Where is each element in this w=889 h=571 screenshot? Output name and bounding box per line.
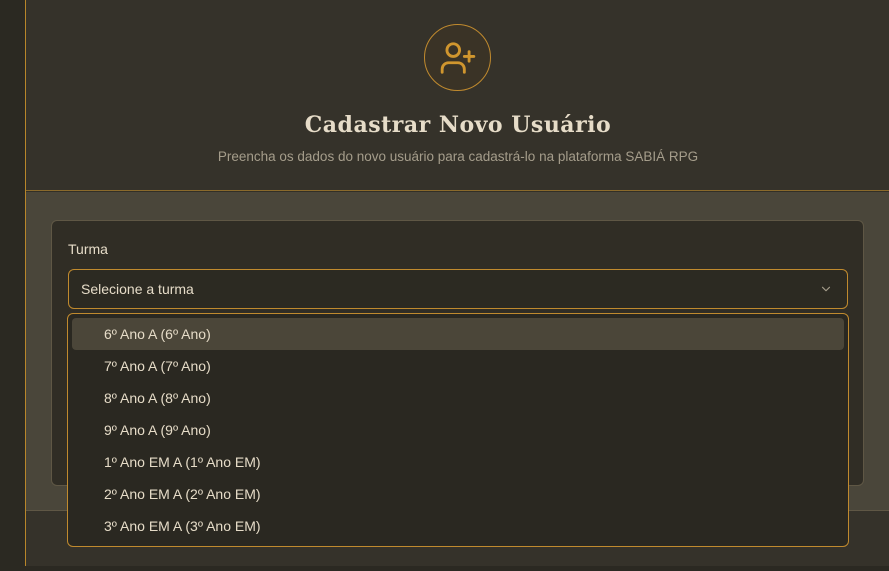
page-subtitle: Preencha os dados do novo usuário para c… [217, 149, 699, 164]
turma-label: Turma [68, 241, 108, 257]
user-plus-icon [440, 41, 475, 74]
turma-dropdown-list: 6º Ano A (6º Ano) 7º Ano A (7º Ano) 8º A… [67, 313, 849, 547]
dropdown-option[interactable]: 7º Ano A (7º Ano) [72, 350, 844, 382]
turma-select[interactable]: Selecione a turma [68, 269, 848, 309]
dropdown-option[interactable]: 6º Ano A (6º Ano) [72, 318, 844, 350]
page-title: Cadastrar Novo Usuário [304, 112, 612, 138]
avatar [424, 24, 491, 91]
card-header: Cadastrar Novo Usuário Preencha os dados… [26, 0, 889, 191]
dropdown-option[interactable]: 9º Ano A (9º Ano) [72, 414, 844, 446]
dropdown-option[interactable]: 8º Ano A (8º Ano) [72, 382, 844, 414]
dropdown-option[interactable]: 2º Ano EM A (2º Ano EM) [72, 478, 844, 510]
chevron-down-icon [821, 286, 831, 292]
dropdown-option[interactable]: 3º Ano EM A (3º Ano EM) [72, 510, 844, 542]
dropdown-option[interactable]: 1º Ano EM A (1º Ano EM) [72, 446, 844, 478]
turma-select-value: Selecione a turma [81, 281, 194, 297]
